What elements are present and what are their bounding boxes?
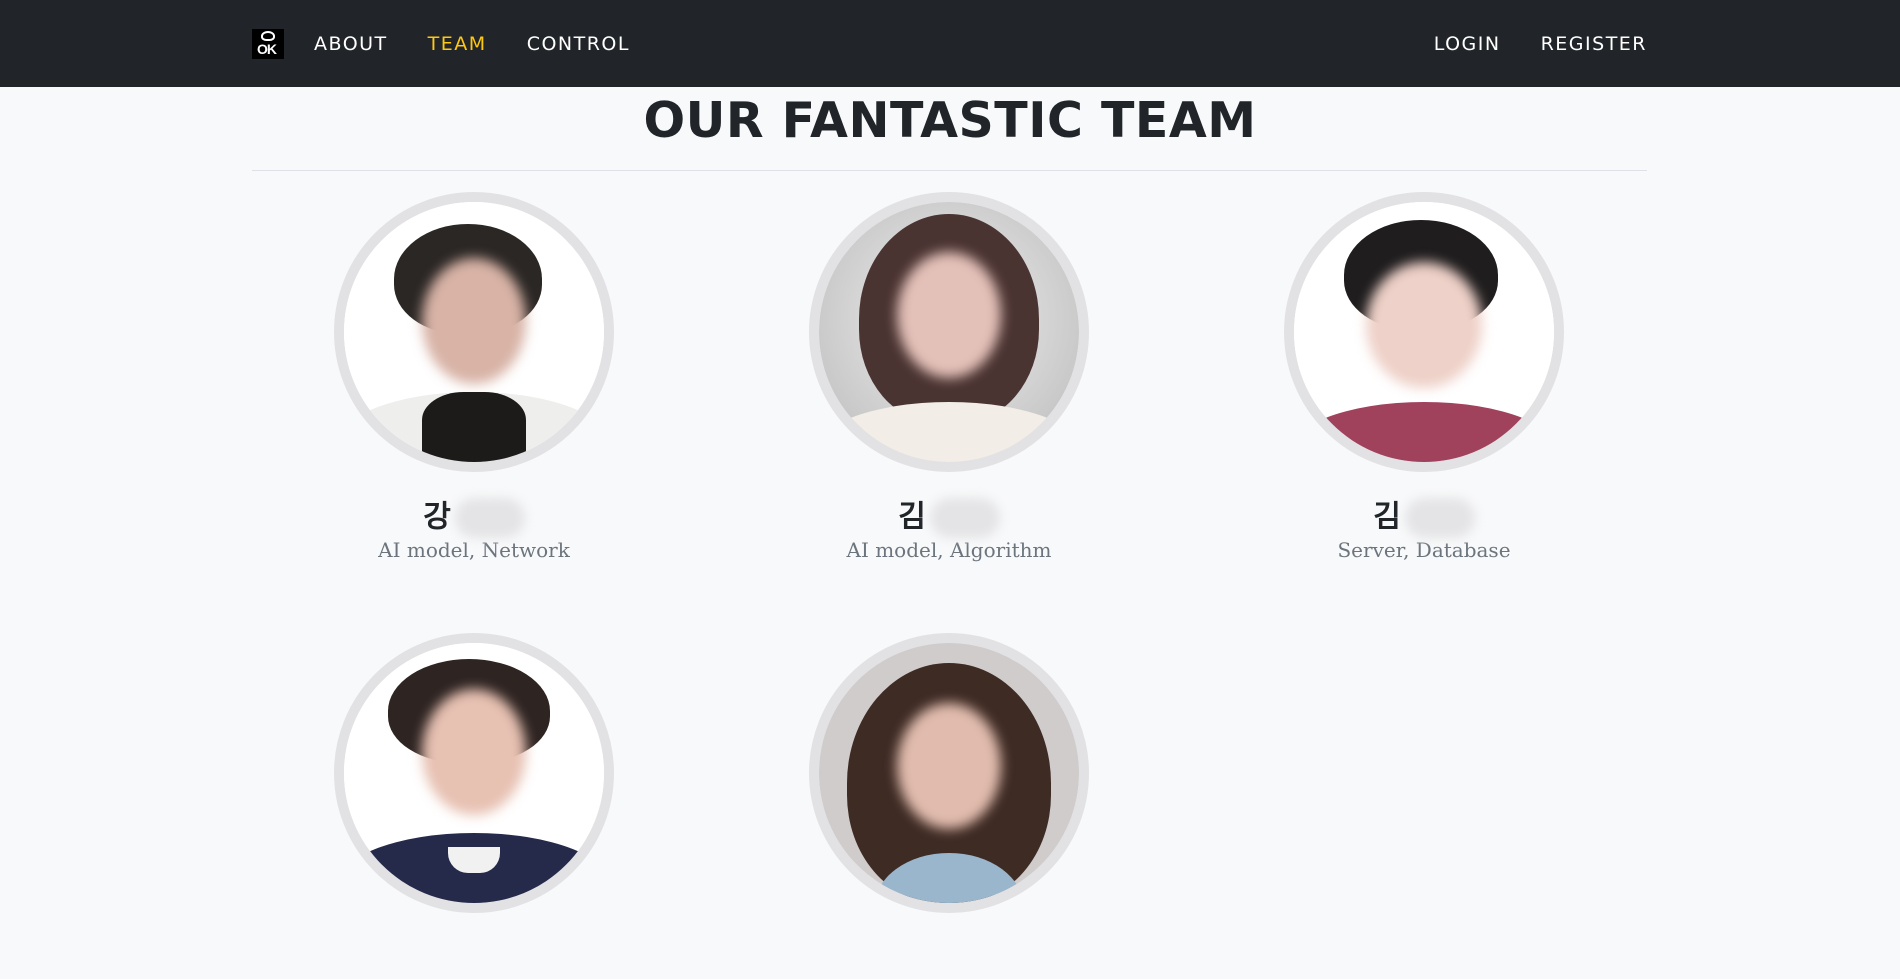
nav-left-group: OK ABOUT TEAM CONTROL: [252, 28, 670, 59]
member-name: 김: [749, 498, 1149, 538]
team-member-card: 강 AI model, Network: [274, 192, 674, 562]
member-name: 강: [274, 498, 674, 538]
member-name: [274, 939, 674, 977]
member-photo: [334, 633, 614, 913]
top-navbar: OK ABOUT TEAM CONTROL LOGIN REGISTER: [0, 0, 1900, 87]
member-role: AI model, Network: [378, 538, 570, 562]
member-name: 김: [1224, 498, 1624, 538]
member-name: [749, 939, 1149, 977]
nav-link-about[interactable]: ABOUT: [314, 33, 388, 55]
nav-link-control[interactable]: CONTROL: [527, 33, 630, 55]
name-redaction: [1404, 498, 1475, 538]
member-photo: [809, 192, 1089, 472]
name-redaction: [454, 498, 525, 538]
team-member-card: 김 Server, Database: [1224, 192, 1624, 562]
title-divider: [252, 170, 1647, 171]
name-redaction: [929, 498, 1000, 538]
navbar-container: OK ABOUT TEAM CONTROL LOGIN REGISTER: [252, 0, 1647, 87]
team-member-card: [749, 633, 1149, 979]
member-photo: [809, 633, 1089, 913]
page-title: OUR FANTASTIC TEAM: [643, 92, 1257, 149]
nav-link-login[interactable]: LOGIN: [1434, 33, 1501, 55]
logo-text: OK: [257, 40, 277, 57]
brand-logo-icon[interactable]: OK: [252, 28, 284, 59]
team-member-card: [274, 633, 674, 979]
cat-icon: [261, 30, 275, 41]
team-member-card: 김 AI model, Algorithm: [749, 192, 1149, 562]
member-photo: [1284, 192, 1564, 472]
nav-link-register[interactable]: REGISTER: [1541, 33, 1647, 55]
member-role: Server, Database: [1337, 538, 1511, 562]
member-photo: [334, 192, 614, 472]
nav-link-team[interactable]: TEAM: [428, 33, 487, 55]
nav-right-group: LOGIN REGISTER: [1434, 33, 1647, 55]
member-role: AI model, Algorithm: [846, 538, 1052, 562]
